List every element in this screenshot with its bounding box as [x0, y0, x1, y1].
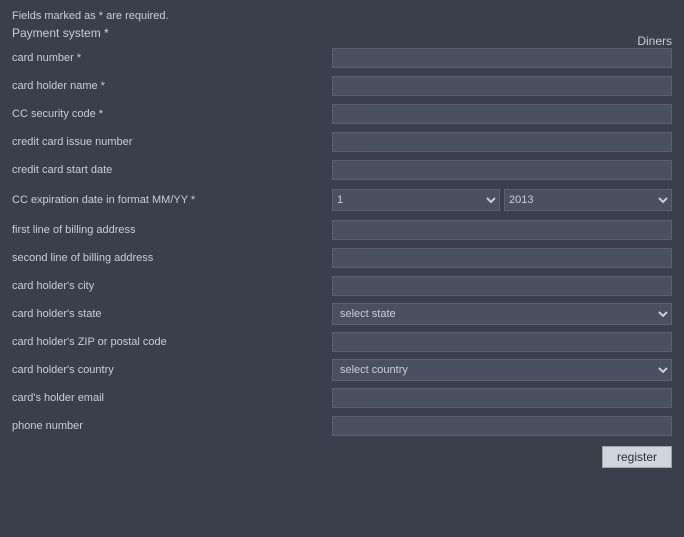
email-label: card's holder email: [12, 391, 332, 405]
card-number-row: card number *: [12, 46, 672, 70]
card-number-label: card number *: [12, 51, 332, 65]
card-holder-name-input[interactable]: [332, 76, 672, 96]
cc-security-code-row: CC security code *: [12, 102, 672, 126]
card-holder-city-input[interactable]: [332, 276, 672, 296]
payment-system-value: Diners: [637, 34, 672, 48]
required-note: Fields marked as * are required.: [12, 10, 672, 22]
zip-input[interactable]: [332, 332, 672, 352]
zip-row: card holder's ZIP or postal code: [12, 330, 672, 354]
credit-card-start-date-input[interactable]: [332, 160, 672, 180]
payment-system-label: Payment system *: [12, 26, 109, 40]
card-holder-name-row: card holder name *: [12, 74, 672, 98]
credit-card-issue-number-input[interactable]: [332, 132, 672, 152]
card-holder-country-row: card holder's country select country: [12, 358, 672, 382]
main-container: Fields marked as * are required. Payment…: [0, 0, 684, 478]
card-holder-state-label: card holder's state: [12, 307, 332, 321]
cc-security-code-input[interactable]: [332, 104, 672, 124]
zip-label: card holder's ZIP or postal code: [12, 335, 332, 349]
card-holder-name-label: card holder name *: [12, 79, 332, 93]
expiry-month-select[interactable]: 1 2 3 4 5 6 7 8 9 10 11 12: [332, 189, 500, 211]
credit-card-issue-number-label: credit card issue number: [12, 135, 332, 149]
payment-system-row: Payment system * Diners: [12, 26, 672, 40]
billing-address-1-label: first line of billing address: [12, 223, 332, 237]
credit-card-issue-number-row: credit card issue number: [12, 130, 672, 154]
register-button[interactable]: register: [602, 446, 672, 468]
card-holder-state-select[interactable]: select state: [332, 303, 672, 325]
phone-label: phone number: [12, 419, 332, 433]
phone-row: phone number: [12, 414, 672, 438]
expiry-selects: 1 2 3 4 5 6 7 8 9 10 11 12 2013 2014 201…: [332, 189, 672, 211]
card-holder-country-label: card holder's country: [12, 363, 332, 377]
credit-card-start-date-row: credit card start date: [12, 158, 672, 182]
billing-address-1-input[interactable]: [332, 220, 672, 240]
billing-address-2-label: second line of billing address: [12, 251, 332, 265]
billing-address-2-input[interactable]: [332, 248, 672, 268]
expiry-year-select[interactable]: 2013 2014 2015 2016 2017 2018 2019 2020: [504, 189, 672, 211]
card-number-input[interactable]: [332, 48, 672, 68]
cc-security-code-label: CC security code *: [12, 107, 332, 121]
credit-card-start-date-label: credit card start date: [12, 163, 332, 177]
card-holder-city-label: card holder's city: [12, 279, 332, 293]
email-row: card's holder email: [12, 386, 672, 410]
card-holder-country-select[interactable]: select country: [332, 359, 672, 381]
email-input[interactable]: [332, 388, 672, 408]
card-holder-state-row: card holder's state select state: [12, 302, 672, 326]
expiry-label: CC expiration date in format MM/YY *: [12, 193, 332, 207]
billing-address-1-row: first line of billing address: [12, 218, 672, 242]
expiry-row: CC expiration date in format MM/YY * 1 2…: [12, 186, 672, 214]
billing-address-2-row: second line of billing address: [12, 246, 672, 270]
phone-input[interactable]: [332, 416, 672, 436]
register-row: register: [12, 446, 672, 468]
card-holder-city-row: card holder's city: [12, 274, 672, 298]
